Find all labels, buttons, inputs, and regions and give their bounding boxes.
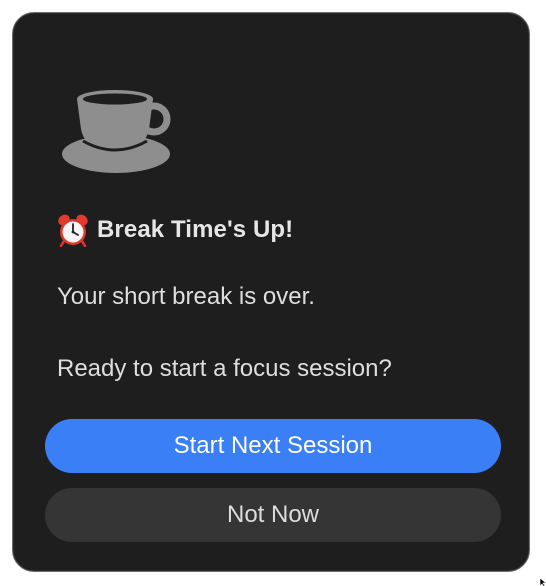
start-next-session-button[interactable]: Start Next Session xyxy=(45,419,501,473)
break-alert-dialog: Break Time's Up! Your short break is ove… xyxy=(12,12,530,572)
message-line-2: Ready to start a focus session? xyxy=(57,355,392,382)
not-now-button[interactable]: Not Now xyxy=(45,488,501,542)
coffee-cup-icon xyxy=(62,90,171,173)
screen: Break Time's Up! Your short break is ove… xyxy=(0,0,546,586)
title-row: Break Time's Up! xyxy=(57,213,293,247)
dialog-title: Break Time's Up! xyxy=(97,216,294,243)
message-line-1: Your short break is over. xyxy=(57,283,315,310)
alarm-clock-icon xyxy=(58,214,88,247)
mouse-cursor-icon xyxy=(539,578,546,586)
